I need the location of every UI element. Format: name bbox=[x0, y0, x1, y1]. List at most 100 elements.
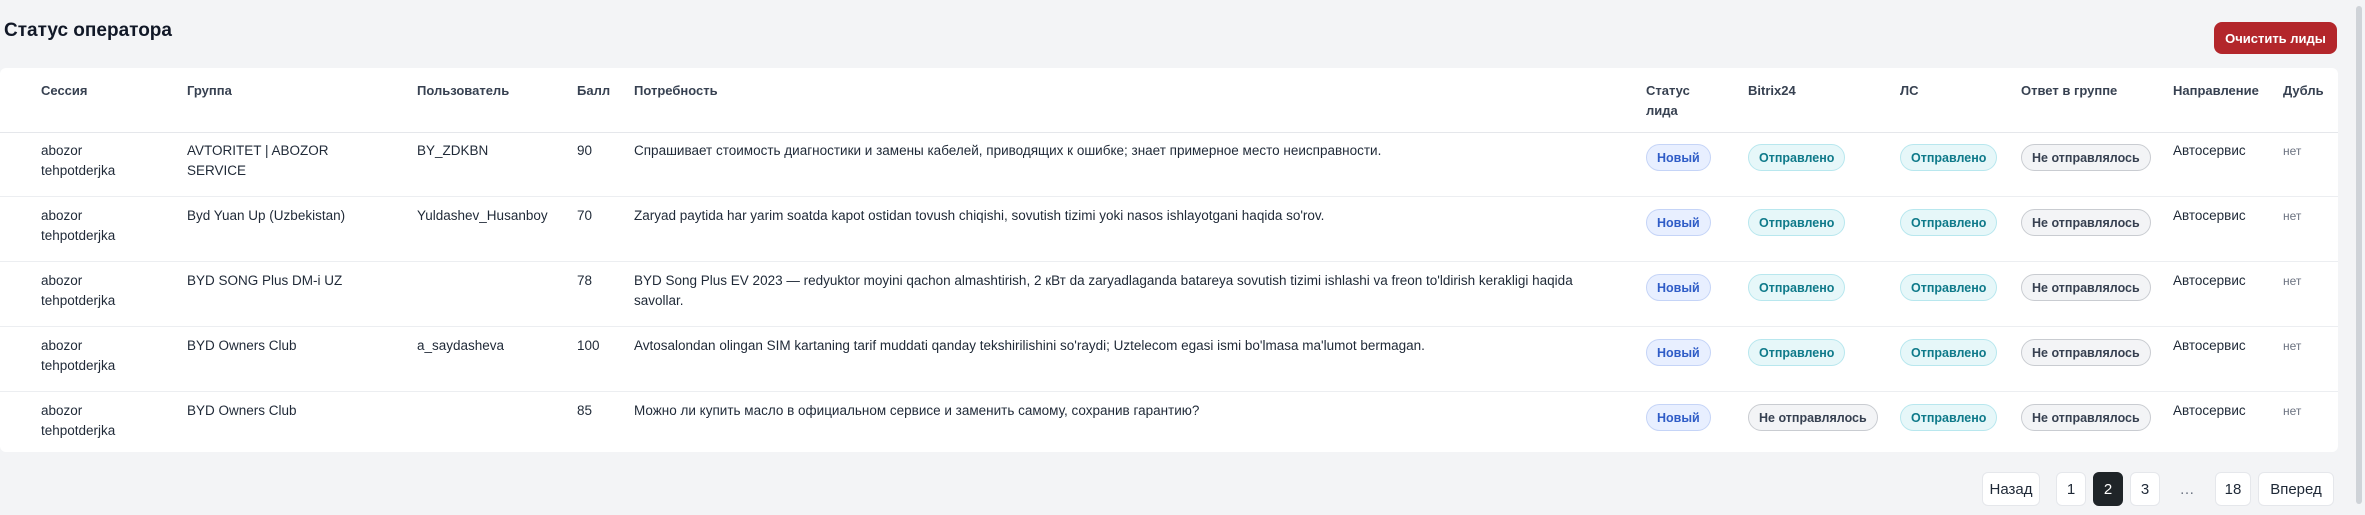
lead-status-badge: Новый bbox=[1646, 144, 1711, 171]
lead-status-badge: Новый bbox=[1646, 209, 1711, 236]
score-cell-line: 85 bbox=[577, 403, 593, 418]
user-cell: Yuldashev_Husanboy bbox=[417, 206, 548, 226]
lead-status-badge: Новый bbox=[1646, 274, 1711, 301]
page-button-1[interactable]: 1 bbox=[2056, 472, 2086, 506]
score-cell-line: 100 bbox=[577, 338, 600, 353]
col-session: Сессия bbox=[41, 83, 88, 98]
direction-cell: Автосервис bbox=[2173, 401, 2246, 421]
group-cell: BYD SONG Plus DM-i UZ bbox=[187, 271, 342, 291]
prev-page-button[interactable]: Назад bbox=[1982, 472, 2040, 506]
col-bitrix: Bitrix24 bbox=[1748, 83, 1796, 98]
lead-status-badge: Новый bbox=[1646, 339, 1711, 366]
need-cell-line: Можно ли купить масло в официальном серв… bbox=[634, 403, 1200, 418]
leads-table: Сессия Группа Пользователь Балл Потребно… bbox=[0, 68, 2338, 452]
dup-cell-line: нет bbox=[2283, 274, 2302, 288]
bitrix-status-badge: Не отправлялось bbox=[1748, 404, 1878, 431]
group-cell-line: BYD Owners Club bbox=[187, 403, 297, 418]
need-cell-line: BYD Song Plus EV 2023 — redyuktor moyini… bbox=[634, 273, 1573, 288]
page-button-3[interactable]: 3 bbox=[2130, 472, 2160, 506]
group-cell: BYD Owners Club bbox=[187, 401, 297, 421]
table-row: abozor tehpotderjka BYD SONG Plus DM-i UZ 7… bbox=[0, 262, 2338, 327]
table-row: abozor tehpotderjka BYD Owners Club a_sayda… bbox=[0, 327, 2338, 392]
score-cell: 85 bbox=[577, 401, 592, 421]
need-cell-line: savollar. bbox=[634, 293, 684, 308]
group-reply-badge: Не отправлялось bbox=[2021, 274, 2151, 301]
direction-cell-line: Автосервис bbox=[2173, 338, 2246, 353]
ls-status-badge: Отправлено bbox=[1900, 339, 1998, 366]
col-status-line1: Статус bbox=[1646, 83, 1690, 98]
direction-cell-line: Автосервис bbox=[2173, 273, 2246, 288]
user-cell: a_saydasheva bbox=[417, 336, 504, 356]
score-cell: 70 bbox=[577, 206, 592, 226]
score-cell: 90 bbox=[577, 141, 592, 161]
pagination-ellipsis: … bbox=[2179, 480, 2195, 498]
ls-status-badge: Отправлено bbox=[1900, 274, 1998, 301]
session-cell: abozor tehpotderjka bbox=[41, 401, 115, 441]
dup-cell: нет bbox=[2283, 141, 2301, 161]
need-cell: Avtosalondan olingan SIM kartaning tarif… bbox=[634, 336, 1425, 356]
session-cell-line: tehpotderjka bbox=[41, 163, 116, 178]
dup-cell-line: нет bbox=[2283, 404, 2302, 418]
user-cell-line: Yuldashev_Husanboy bbox=[417, 208, 548, 223]
session-cell-line: tehpotderjka bbox=[41, 423, 116, 438]
session-cell: abozor tehpotderjka bbox=[41, 206, 115, 246]
group-cell-line: BYD SONG Plus DM-i UZ bbox=[187, 273, 343, 288]
col-group-reply: Ответ в группе bbox=[2021, 83, 2118, 98]
user-cell-line: BY_ZDKBN bbox=[417, 143, 489, 158]
session-cell-line: tehpotderjka bbox=[41, 358, 116, 373]
group-cell-line: SERVICE bbox=[187, 163, 247, 178]
ls-status-badge: Отправлено bbox=[1900, 209, 1998, 236]
dup-cell-line: нет bbox=[2283, 209, 2302, 223]
table-row: abozor tehpotderjka Byd Yuan Up (Uzbekista… bbox=[0, 197, 2338, 262]
group-reply-badge: Не отправлялось bbox=[2021, 144, 2151, 171]
col-status-line2: лида bbox=[1646, 103, 1678, 118]
user-cell: BY_ZDKBN bbox=[417, 141, 488, 161]
session-cell-line: tehpotderjka bbox=[41, 293, 116, 308]
session-cell-line: abozor bbox=[41, 273, 83, 288]
col-status: Статус лида bbox=[1646, 81, 1690, 121]
col-dup: Дубль bbox=[2283, 83, 2324, 98]
col-group: Группа bbox=[187, 83, 232, 98]
col-ls: ЛС bbox=[1900, 83, 1919, 98]
group-reply-badge: Не отправлялось bbox=[2021, 404, 2151, 431]
direction-cell: Автосервис bbox=[2173, 206, 2246, 226]
score-cell: 100 bbox=[577, 336, 600, 356]
direction-cell-line: Автосервис bbox=[2173, 208, 2246, 223]
session-cell-line: abozor bbox=[41, 143, 83, 158]
need-cell: Можно ли купить масло в официальном серв… bbox=[634, 401, 1199, 421]
session-cell: abozor tehpotderjka bbox=[41, 271, 115, 311]
need-cell: Zaryad paytida har yarim soatda kapot os… bbox=[634, 206, 1324, 226]
dup-cell: нет bbox=[2283, 401, 2301, 421]
col-score: Балл bbox=[577, 83, 611, 98]
page-button-last[interactable]: 18 bbox=[2215, 472, 2251, 506]
direction-cell-line: Автосервис bbox=[2173, 143, 2246, 158]
session-cell-line: abozor bbox=[41, 403, 83, 418]
user-cell-line: a_saydasheva bbox=[417, 338, 505, 353]
next-page-button[interactable]: Вперед bbox=[2258, 472, 2334, 506]
session-cell-line: abozor bbox=[41, 208, 83, 223]
clear-leads-button[interactable]: Очистить лиды bbox=[2214, 22, 2337, 54]
direction-cell: Автосервис bbox=[2173, 141, 2246, 161]
group-cell-line: Byd Yuan Up (Uzbekistan) bbox=[187, 208, 346, 223]
group-cell: AVTORITET | ABOZOR SERVICE bbox=[187, 141, 329, 181]
need-cell: BYD Song Plus EV 2023 — redyuktor moyini… bbox=[634, 271, 1573, 311]
scrollbar-thumb[interactable] bbox=[2356, 6, 2362, 504]
group-cell: Byd Yuan Up (Uzbekistan) bbox=[187, 206, 345, 226]
bitrix-status-badge: Отправлено bbox=[1748, 339, 1846, 366]
direction-cell: Автосервис bbox=[2173, 271, 2246, 291]
group-reply-badge: Не отправлялось bbox=[2021, 339, 2151, 366]
group-cell: BYD Owners Club bbox=[187, 336, 297, 356]
ls-status-badge: Отправлено bbox=[1900, 404, 1998, 431]
bitrix-status-badge: Отправлено bbox=[1748, 274, 1846, 301]
need-cell: Спрашивает стоимость диагностики и замен… bbox=[634, 141, 1381, 161]
session-cell: abozor tehpotderjka bbox=[41, 336, 115, 376]
score-cell-line: 90 bbox=[577, 143, 593, 158]
group-cell-line: AVTORITET | ABOZOR bbox=[187, 143, 329, 158]
col-need: Потребность bbox=[634, 83, 718, 98]
need-cell-line: Спрашивает стоимость диагностики и замен… bbox=[634, 143, 1382, 158]
col-direction: Направление bbox=[2173, 83, 2259, 98]
direction-cell-line: Автосервис bbox=[2173, 403, 2246, 418]
group-cell-line: BYD Owners Club bbox=[187, 338, 297, 353]
score-cell: 78 bbox=[577, 271, 592, 291]
page-button-2-current[interactable]: 2 bbox=[2093, 472, 2123, 506]
